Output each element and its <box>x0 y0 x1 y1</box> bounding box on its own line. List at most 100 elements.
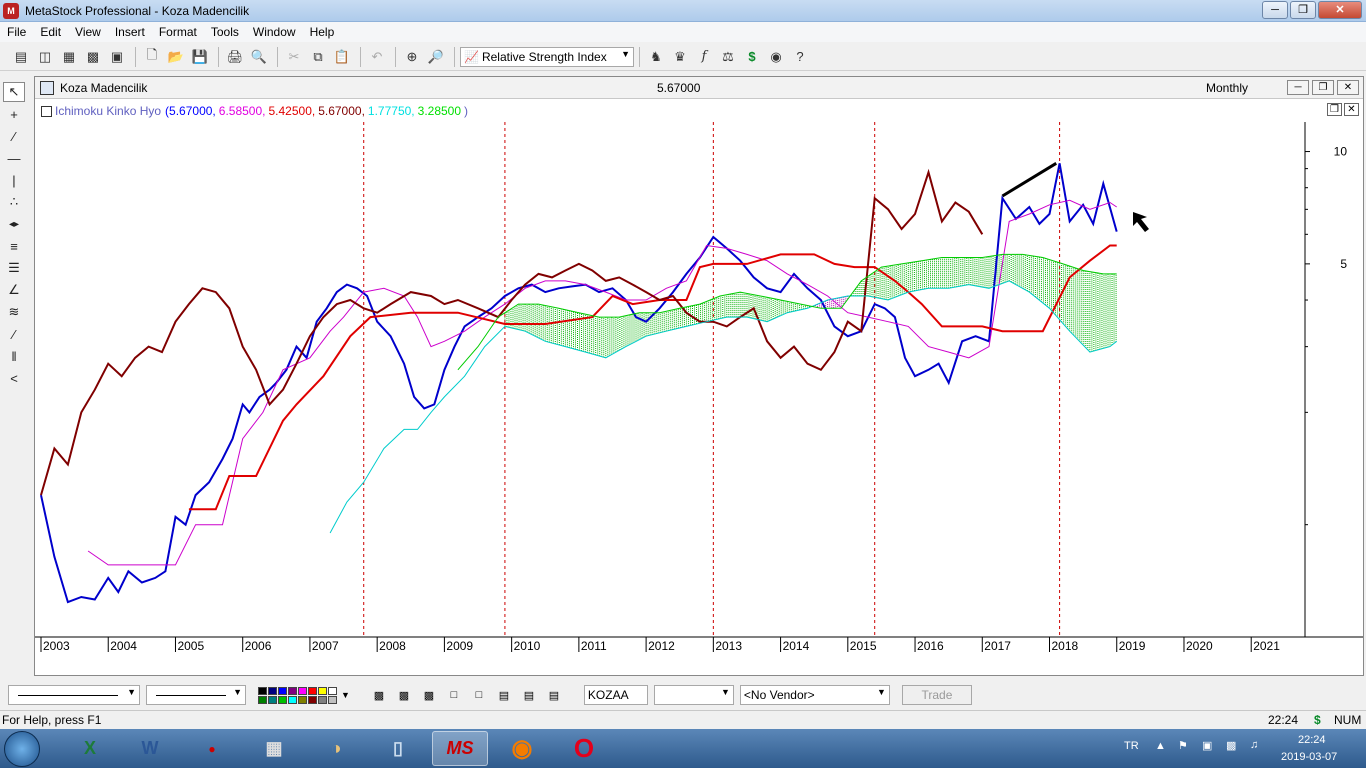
fan-tool-icon[interactable]: ∠ <box>3 280 25 300</box>
horizontal-line-tool-icon[interactable]: — <box>3 148 25 168</box>
line-weight-select[interactable]: ▼ <box>146 685 246 705</box>
menu-format[interactable]: Format <box>152 25 204 39</box>
opera-taskbar-icon[interactable]: O <box>556 731 612 766</box>
paint-taskbar-icon[interactable]: ◑ <box>308 731 364 766</box>
retracement-tool-icon[interactable]: ☰ <box>3 258 25 278</box>
color-swatch[interactable] <box>268 695 277 704</box>
action-center-icon[interactable]: ⚑ <box>1178 739 1188 752</box>
dollar-icon[interactable]: $ <box>741 46 763 68</box>
arc-tool-icon[interactable]: < <box>3 368 25 388</box>
expert-advisor-icon[interactable]: ♞ <box>645 46 667 68</box>
symbol-field[interactable]: KOZAA <box>583 685 648 705</box>
inner-window-icon[interactable]: □ <box>470 686 488 704</box>
menu-file[interactable]: File <box>0 25 33 39</box>
indicator-select[interactable]: 📈 Relative Strength Index ▼ <box>460 46 634 67</box>
formula-icon[interactable]: f <box>693 46 715 68</box>
chart-close-button[interactable]: ✕ <box>1337 80 1359 95</box>
channel-tool-icon[interactable]: ≋ <box>3 302 25 322</box>
color-swatch[interactable] <box>288 686 297 695</box>
indicator-checkbox[interactable] <box>41 105 52 117</box>
tile-horizontal-icon[interactable]: ▦ <box>58 46 80 68</box>
gann-tool-icon[interactable]: ∕ <box>3 324 25 344</box>
word-taskbar-icon[interactable]: W <box>122 731 178 766</box>
clock-date[interactable]: 2019-03-07 <box>1281 751 1337 763</box>
ms-tool-taskbar-icon[interactable]: ● <box>184 731 240 766</box>
menu-edit[interactable]: Edit <box>33 25 68 39</box>
volume-icon[interactable]: ♫ <box>1250 739 1258 751</box>
save-icon[interactable]: 💾 <box>189 46 211 68</box>
help-pointer-icon[interactable]: ? <box>789 46 811 68</box>
arrange-icon[interactable]: ▩ <box>82 46 104 68</box>
print-preview-icon[interactable]: 🔍 <box>248 46 270 68</box>
crosshair-icon[interactable]: ⊕ <box>401 46 423 68</box>
color-palette[interactable] <box>258 686 337 704</box>
clock-time[interactable]: 22:24 <box>1298 734 1326 746</box>
color-swatch[interactable] <box>318 695 327 704</box>
line-style-select[interactable]: ▼ <box>8 685 140 705</box>
menu-window[interactable]: Window <box>246 25 303 39</box>
vertical-line-tool-icon[interactable]: | <box>3 170 25 190</box>
color-swatch[interactable] <box>308 686 317 695</box>
layout-icon[interactable]: ▣ <box>106 46 128 68</box>
tile-vertical-icon[interactable]: ◫ <box>34 46 56 68</box>
palette-chevron-icon[interactable]: ▼ <box>341 690 350 700</box>
maximize-button[interactable]: ❐ <box>1290 1 1316 19</box>
color-swatch[interactable] <box>278 686 287 695</box>
firefox-taskbar-icon[interactable]: ◉ <box>494 731 550 766</box>
color-swatch[interactable] <box>288 695 297 704</box>
color-swatch[interactable] <box>258 686 267 695</box>
cycle-lines-tool-icon[interactable]: ‖ <box>3 346 25 366</box>
chart-style-icon[interactable]: ▩ <box>420 686 438 704</box>
excel-taskbar-icon[interactable]: X <box>62 731 118 766</box>
text-tool-icon[interactable]: ∴ <box>3 192 25 212</box>
network-icon[interactable]: ▣ <box>1202 739 1212 752</box>
explorer-icon[interactable]: ♛ <box>669 46 691 68</box>
binoculars-icon[interactable]: ◉ <box>765 46 787 68</box>
menu-insert[interactable]: Insert <box>108 25 152 39</box>
color-swatch[interactable] <box>328 686 337 695</box>
chart-minimize-button[interactable]: ─ <box>1287 80 1309 95</box>
pointer-tool-icon[interactable]: ↖ <box>3 82 25 102</box>
print-icon[interactable]: 🖨 <box>224 46 246 68</box>
metastock-taskbar-icon[interactable]: MS <box>432 731 488 766</box>
color-swatch[interactable] <box>298 686 307 695</box>
inner-window-icon[interactable]: □ <box>445 686 463 704</box>
fibonacci-tool-icon[interactable]: ≡ <box>3 236 25 256</box>
color-swatch[interactable] <box>298 695 307 704</box>
color-swatch[interactable] <box>308 695 317 704</box>
signal-icon[interactable]: ▩ <box>1226 739 1236 752</box>
chart-style-icon[interactable]: ▩ <box>370 686 388 704</box>
notes-taskbar-icon[interactable]: ▯ <box>370 731 426 766</box>
cut-icon[interactable]: ✂ <box>283 46 305 68</box>
trendline-tool-icon[interactable]: ∕ <box>3 126 25 146</box>
system-tester-icon[interactable]: ⚖ <box>717 46 739 68</box>
scroll-tools-icon[interactable]: ◂▸ <box>3 214 25 234</box>
color-swatch[interactable] <box>258 695 267 704</box>
minimize-button[interactable]: ─ <box>1262 1 1288 19</box>
pane-restore-button[interactable]: ❐ <box>1327 103 1342 116</box>
menu-help[interactable]: Help <box>303 25 342 39</box>
start-button[interactable] <box>4 731 40 767</box>
pane-close-button[interactable]: ✕ <box>1344 103 1359 116</box>
pane-layout-icon[interactable]: ▤ <box>545 686 563 704</box>
paste-icon[interactable]: 📋 <box>331 46 353 68</box>
color-swatch[interactable] <box>268 686 277 695</box>
zoom-icon[interactable]: 🔎 <box>425 46 447 68</box>
menu-tools[interactable]: Tools <box>204 25 246 39</box>
chart-restore-button[interactable]: ❐ <box>1312 80 1334 95</box>
new-file-icon[interactable]: 🗋 <box>141 46 163 68</box>
calculator-taskbar-icon[interactable]: ▦ <box>246 731 302 766</box>
color-swatch[interactable] <box>328 695 337 704</box>
color-swatch[interactable] <box>278 695 287 704</box>
menu-view[interactable]: View <box>68 25 108 39</box>
pane-layout-icon[interactable]: ▤ <box>495 686 513 704</box>
cascade-windows-icon[interactable]: ▤ <box>10 46 32 68</box>
security-select[interactable]: ▼ <box>653 685 734 705</box>
tray-expand-icon[interactable]: ▲ <box>1155 740 1166 752</box>
language-indicator[interactable]: TR <box>1124 740 1139 752</box>
chart-style-icon[interactable]: ▩ <box>395 686 413 704</box>
copy-icon[interactable]: ⧉ <box>307 46 329 68</box>
pane-layout-icon[interactable]: ▤ <box>520 686 538 704</box>
ichimoku-chart[interactable]: 10 5 2003 2004 2005 2006 2007 2008 2009 2010 2011 2… <box>35 122 1363 662</box>
open-folder-icon[interactable]: 📂 <box>165 46 187 68</box>
